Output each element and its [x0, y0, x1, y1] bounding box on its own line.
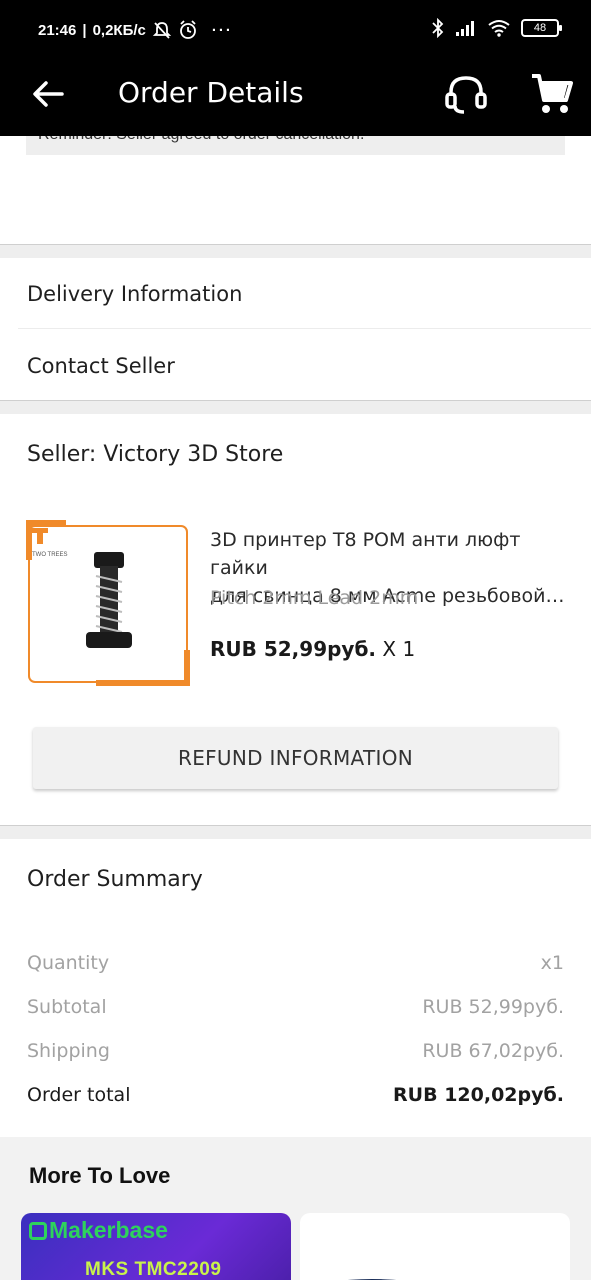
page-title: Order Details: [118, 76, 304, 109]
muted-bell-icon: [152, 22, 172, 39]
makerbase-logo-icon: [29, 1221, 47, 1240]
product-price: RUB 52,99руб.: [210, 637, 377, 661]
status-network-speed: 0,2КБ/с: [92, 21, 146, 39]
cart-icon[interactable]: [528, 70, 576, 118]
section-separator: [0, 244, 591, 258]
section-separator: [0, 825, 591, 839]
recommended-product-card[interactable]: Makerbase MKS TMC2209: [21, 1213, 291, 1280]
app-header: Order Details: [0, 58, 591, 136]
status-left: 21:46 | 0,2КБ/с ···: [38, 20, 233, 39]
status-more-dots: ···: [211, 21, 233, 39]
product-image: TWO TREES: [26, 520, 190, 686]
card-product-name: MKS TMC2209: [85, 1259, 222, 1280]
summary-row-shipping: Shipping RUB 67,02руб.: [27, 1040, 564, 1062]
back-arrow-icon[interactable]: [28, 74, 68, 114]
makerbase-logo: Makerbase: [29, 1217, 168, 1244]
summary-row-subtotal: Subtotal RUB 52,99руб.: [27, 996, 564, 1018]
summary-row-quantity: Quantity x1: [27, 952, 564, 974]
delivery-information-row[interactable]: Delivery Information: [0, 258, 591, 328]
wifi-icon: [488, 20, 510, 37]
battery-icon: 48: [521, 19, 562, 37]
status-time: 21:46: [38, 21, 77, 39]
product-title-line1: 3D принтер T8 POM анти люфт гайки: [210, 529, 521, 579]
seller-name[interactable]: Seller: Victory 3D Store: [27, 442, 283, 467]
alarm-icon: [179, 20, 196, 39]
notice-text: Reminder: Seller agreed to order cancell…: [38, 136, 364, 144]
product-quantity: X 1: [382, 637, 416, 661]
more-to-love-title: More To Love: [29, 1163, 171, 1188]
bluetooth-icon: [432, 18, 444, 38]
contact-seller-row[interactable]: Contact Seller: [0, 329, 591, 401]
product-price-line: RUB 52,99руб. X 1: [210, 637, 415, 661]
headset-support-icon[interactable]: [442, 70, 490, 118]
more-to-love-section: More To Love Makerbase MKS TMC2209: [0, 1137, 591, 1280]
order-summary-title: Order Summary: [27, 867, 203, 892]
status-right: 48: [431, 18, 562, 38]
summary-row-order-total: Order total RUB 120,02руб.: [27, 1084, 564, 1106]
refund-information-button[interactable]: REFUND INFORMATION: [33, 727, 558, 789]
status-bar: 21:46 | 0,2КБ/с ··· 48: [0, 0, 591, 58]
cancellation-notice: Reminder: Seller agreed to order cancell…: [26, 136, 565, 155]
recommended-product-image: [348, 1279, 396, 1280]
brand-logo-text: TWO TREES: [32, 552, 68, 558]
delivery-information-label: Delivery Information: [27, 282, 243, 306]
section-separator: [0, 400, 591, 414]
product-thumbnail[interactable]: TWO TREES: [26, 520, 190, 686]
contact-seller-label: Contact Seller: [27, 354, 175, 378]
recommended-product-card[interactable]: [300, 1213, 570, 1280]
signal-icon: [456, 21, 474, 36]
product-variant: Pitch 2mm Lead 2mm: [210, 587, 419, 609]
